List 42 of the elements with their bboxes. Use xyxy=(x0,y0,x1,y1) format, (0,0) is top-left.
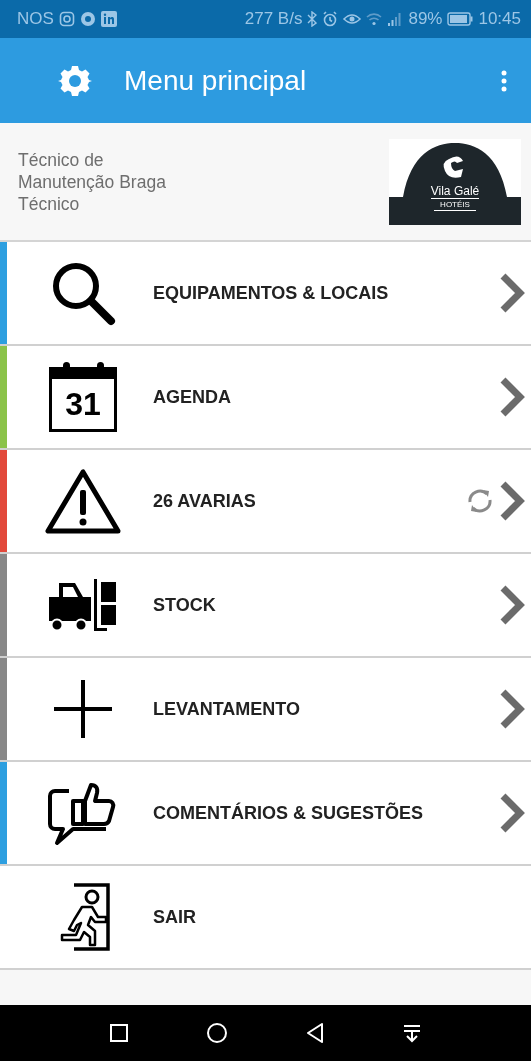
more-options-icon xyxy=(501,69,507,92)
browser-icon xyxy=(79,11,96,27)
camera-icon xyxy=(58,11,75,27)
square-icon xyxy=(108,1023,129,1043)
profile-text: Técnico de xyxy=(18,148,105,171)
menu-item[interactable]: SAIR xyxy=(0,866,531,970)
profile-text: Técnico xyxy=(18,192,81,215)
pull-down-icon xyxy=(402,1023,423,1043)
logo-tagline: HOTÉIS xyxy=(434,198,476,211)
gear-icon xyxy=(58,63,92,98)
menu-item[interactable]: COMENTÁRIOS & SUGESTÕES xyxy=(0,762,531,866)
logo-name: Vila Galé xyxy=(430,183,480,199)
battery-icon xyxy=(447,12,474,26)
menu-item[interactable]: LEVANTAMENTO xyxy=(0,658,531,762)
data-speed-label: 277 B/s xyxy=(244,9,303,29)
menu-item[interactable]: 31 AGENDA xyxy=(0,346,531,450)
menu-item[interactable]: STOCK xyxy=(0,554,531,658)
menu-item-label: EQUIPAMENTOS & LOCAIS xyxy=(153,282,390,304)
wifi-icon xyxy=(366,12,383,26)
menu-item-label: SAIR xyxy=(153,906,197,928)
bluetooth-icon xyxy=(307,11,318,27)
alarm-icon xyxy=(322,11,339,27)
menu-item-label: COMENTÁRIOS & SUGESTÕES xyxy=(153,802,425,824)
signal-icon xyxy=(387,12,404,26)
menu-item-label: 26 AVARIAS xyxy=(153,490,257,512)
network-icon xyxy=(100,11,117,27)
clock-label: 10:45 xyxy=(478,9,521,29)
menu-item-label: STOCK xyxy=(153,594,217,616)
menu-item-label: LEVANTAMENTO xyxy=(153,698,301,720)
warning-icon xyxy=(45,468,121,534)
menu-item[interactable]: EQUIPAMENTOS & LOCAIS xyxy=(0,242,531,346)
carrier-label: NOS xyxy=(17,9,54,29)
circle-icon xyxy=(205,1022,228,1044)
battery-label: 89% xyxy=(408,9,443,29)
menu-item[interactable]: 26 AVARIAS xyxy=(0,450,531,554)
profile-text: Manutenção Braga xyxy=(18,170,166,193)
plus-icon xyxy=(52,678,114,740)
eye-icon xyxy=(343,12,362,26)
menu-item-label: AGENDA xyxy=(153,386,232,408)
back-icon xyxy=(305,1022,326,1044)
screen-title: Menu principal xyxy=(124,64,308,97)
search-icon xyxy=(50,260,116,326)
